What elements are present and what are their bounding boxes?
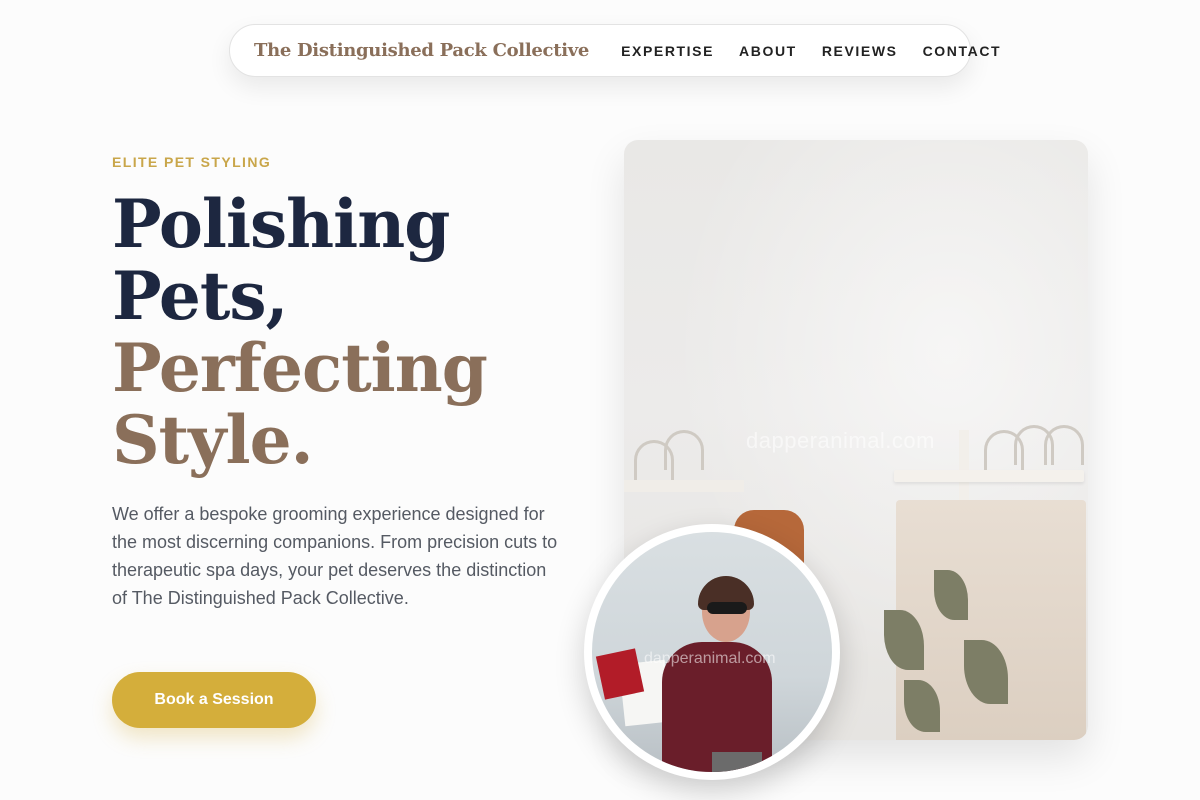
hanger-icon [664, 430, 704, 470]
headline-line-1: Polishing [112, 185, 450, 263]
featured-circle-image: dapperanimal.com [584, 524, 840, 780]
nav-links: EXPERTISE ABOUT REVIEWS CONTACT [621, 43, 1001, 59]
hero-description: We offer a bespoke grooming experience d… [112, 504, 558, 608]
clothing-rack-left [624, 480, 744, 492]
image-watermark: dapperanimal.com [746, 428, 935, 453]
grey-skirt [712, 752, 762, 772]
brand-logo[interactable]: The Distinguished Pack Collective [254, 40, 589, 61]
headline-line-4: Style. [112, 401, 314, 479]
sunglasses-icon [707, 602, 747, 614]
headline-line-2: Pets, [112, 257, 288, 335]
top-nav: The Distinguished Pack Collective EXPERT… [229, 24, 1000, 77]
book-session-button[interactable]: Book a Session [112, 672, 316, 728]
nav-link-contact[interactable]: CONTACT [923, 43, 1002, 59]
hero-headline: Polishing Pets, Perfecting Style. [112, 185, 488, 479]
hanger-icon [1044, 425, 1084, 465]
headline-line-3: Perfecting [112, 329, 488, 407]
circle-watermark: dapperanimal.com [644, 650, 776, 667]
nav-link-expertise[interactable]: EXPERTISE [621, 43, 714, 59]
shopping-bag-red [595, 648, 645, 700]
nav-link-reviews[interactable]: REVIEWS [822, 43, 898, 59]
circle-photo: dapperanimal.com [592, 532, 832, 772]
hero-eyebrow: ELITE PET STYLING [112, 154, 272, 170]
nav-link-about[interactable]: ABOUT [739, 43, 797, 59]
clothing-rack-right [894, 470, 1084, 482]
